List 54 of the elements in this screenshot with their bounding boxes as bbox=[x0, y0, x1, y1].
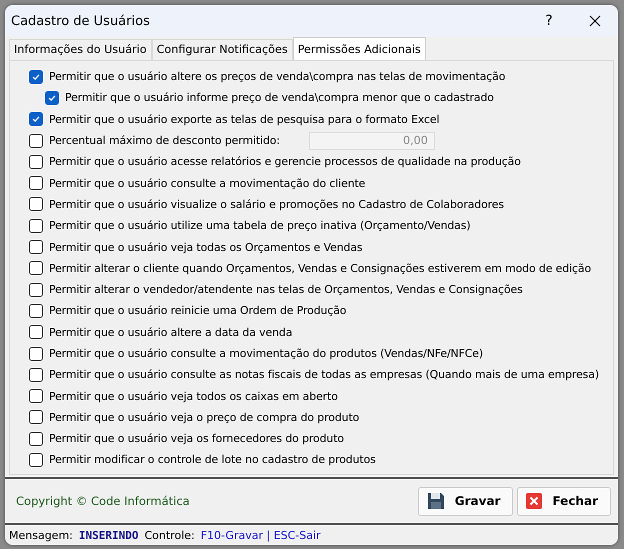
checkbox-label: Permitir que o usuário consulte a movimentação do cliente bbox=[49, 176, 366, 190]
checkbox-label: Permitir que o usuário veja o preço de compra do produto bbox=[49, 410, 360, 424]
shortcut-text: F10-Gravar | ESC-Sair bbox=[200, 528, 321, 542]
checkbox[interactable] bbox=[29, 176, 43, 190]
checkbox[interactable] bbox=[29, 452, 43, 467]
checkbox-label: Permitir que o usuário exporte as telas de pesquisa para o formato Excel bbox=[49, 112, 440, 126]
check-icon bbox=[31, 72, 41, 82]
checkbox-label: Permitir que o usuário reinicie uma Ordem de Produção bbox=[49, 304, 346, 318]
checkbox[interactable] bbox=[45, 90, 59, 105]
check-icon bbox=[31, 114, 41, 124]
checkbox[interactable] bbox=[29, 368, 43, 382]
checkbox[interactable] bbox=[29, 240, 43, 254]
checkbox-label: Permitir que o usuário veja todos os caixas em aberto bbox=[49, 390, 338, 403]
checkbox[interactable] bbox=[29, 112, 43, 126]
checkbox[interactable] bbox=[29, 304, 43, 318]
copyright-text: Copyright © Code Informática bbox=[16, 494, 191, 508]
status-label: Mensagem: bbox=[9, 528, 73, 542]
checkbox-label: Permitir alterar o vendedor/atendente nas telas de Orçamentos, Vendas e Consignações bbox=[49, 283, 523, 296]
checkbox-label: Permitir que o usuário altere a data da venda bbox=[49, 326, 292, 339]
window-title: Cadastro de Usuários bbox=[11, 14, 151, 28]
status-message: INSERINDO bbox=[78, 528, 138, 542]
checkbox[interactable] bbox=[29, 346, 43, 360]
checkbox-label: Permitir que o usuário veja todas os Orçamentos e Vendas bbox=[49, 240, 362, 254]
tab[interactable]: Informações do Usuário bbox=[9, 39, 152, 60]
checkbox-label: Permitir modificar o controle de lote no cadastro de produtos bbox=[49, 453, 376, 466]
checkbox-label: Permitir que o usuário acesse relatórios e gerencie processos de qualidade na produção bbox=[49, 155, 521, 168]
checkbox[interactable] bbox=[29, 389, 43, 404]
checkbox[interactable] bbox=[29, 261, 43, 276]
checkbox-label: Permitir que o usuário altere os preços de venda\compra nas telas de movimentação bbox=[49, 70, 506, 84]
checkbox[interactable] bbox=[29, 325, 43, 340]
close-button[interactable]: Fechar bbox=[517, 486, 611, 516]
checkbox[interactable] bbox=[29, 432, 43, 446]
save-button[interactable]: Gravar bbox=[418, 486, 514, 516]
close-icon bbox=[589, 15, 601, 27]
checkbox-label: Permitir que o usuário informe preço de venda\compra menor que o cadastrado bbox=[65, 91, 494, 104]
checkbox-label: Permitir que o usuário visualize o salário e promoções no Cadastro de Colaboradores bbox=[49, 198, 504, 211]
checkbox-label: Permitir que o usuário veja os fornecedores do produto bbox=[49, 432, 344, 446]
checkbox[interactable] bbox=[29, 70, 43, 84]
checkbox-label: Permitir que o usuário utilize uma tabela de preço inativa (Orçamento/Vendas) bbox=[49, 219, 470, 232]
checkbox[interactable] bbox=[29, 282, 43, 297]
checkbox[interactable] bbox=[29, 410, 43, 424]
checkbox-label: Percentual máximo de desconto permitido: bbox=[49, 134, 280, 148]
tab[interactable]: Permissões Adicionais bbox=[292, 37, 426, 60]
checkbox[interactable] bbox=[29, 197, 43, 212]
close-icon bbox=[526, 493, 542, 509]
help-button[interactable]: ? bbox=[526, 13, 572, 29]
checkbox-label: Permitir que o usuário consulte as notas fiscais de todas as empresas (Quando mais de uma empresa) bbox=[49, 368, 599, 382]
checkbox[interactable] bbox=[29, 154, 43, 169]
checkbox[interactable] bbox=[29, 218, 43, 233]
check-icon bbox=[47, 92, 57, 103]
checkbox-label: Permitir alterar o cliente quando Orçamentos, Vendas e Consignações estiverem em modo de edição bbox=[49, 262, 592, 275]
status-label: Controle: bbox=[144, 528, 195, 542]
checkbox-label: Permitir que o usuário consulte a movimentação do produtos (Vendas/NFe/NFCe) bbox=[49, 347, 483, 360]
tab[interactable]: Configurar Notificações bbox=[152, 39, 293, 60]
